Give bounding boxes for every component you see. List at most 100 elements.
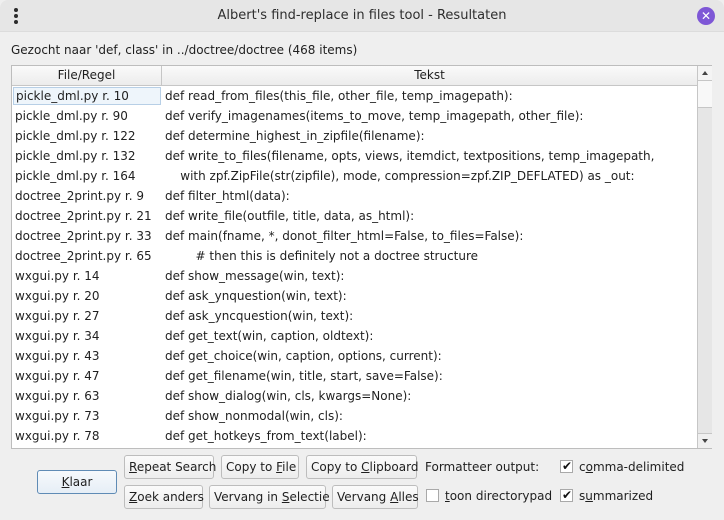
cell-text: def determine_highest_in_zipfile(filenam… <box>165 129 425 143</box>
table-row[interactable]: wxgui.py r. 47 def get_filename(win, titl… <box>12 366 697 386</box>
summarized-checkbox[interactable]: ✔ <box>560 488 573 502</box>
summarized-label[interactable]: summarized <box>579 488 653 504</box>
cell-file-line: wxgui.py r. 63 <box>15 389 100 403</box>
repeat-search-button[interactable]: Repeat Search <box>124 455 217 479</box>
cell-file-line: doctree_2print.py r. 65 <box>15 249 152 263</box>
cell-file-line: wxgui.py r. 27 <box>15 309 100 323</box>
button-label: laar <box>69 475 93 489</box>
cell-file-line: wxgui.py r. 20 <box>15 289 100 303</box>
toon-directorypad-label[interactable]: toon directorypad <box>445 488 552 504</box>
table-row[interactable]: pickle_dml.py r. 122 def determine_highes… <box>12 126 697 146</box>
table-row[interactable]: wxgui.py r. 27 def ask_yncquestion(win, t… <box>12 306 697 326</box>
table-row[interactable]: wxgui.py r. 34 def get_text(win, caption,… <box>12 326 697 346</box>
results-table: File/Regel Tekst pickle_dml.py r. 10 def … <box>11 65 712 449</box>
cell-text: def write_to_files(filename, opts, views… <box>165 149 655 163</box>
cell-file-line: doctree_2print.py r. 33 <box>15 229 152 243</box>
window-title: Albert's find-replace in files tool - Re… <box>217 8 507 23</box>
button-label: oek anders <box>137 490 204 504</box>
table-row[interactable]: wxgui.py r. 43 def get_choice(win, captio… <box>12 346 697 366</box>
search-summary: Gezocht naar 'def, class' in ../doctree/… <box>11 43 358 57</box>
option-label: c <box>579 460 586 474</box>
cell-text: def show_dialog(win, cls, kwargs=None): <box>165 389 412 403</box>
cell-file-line: pickle_dml.py r. 122 <box>15 129 136 143</box>
table-row[interactable]: wxgui.py r. 78 def get_hotkeys_from_text(… <box>12 426 697 446</box>
mnemonic: C <box>361 460 370 474</box>
button-label: Vervang in <box>214 490 282 504</box>
column-header-text[interactable]: Tekst <box>162 66 697 86</box>
scroll-up-arrow-icon[interactable] <box>698 66 712 81</box>
button-label: epeat Search <box>136 460 217 474</box>
cell-file-line: pickle_dml.py r. 90 <box>15 109 128 123</box>
table-row[interactable]: pickle_dml.py r. 164 with zpf.ZipFile(st… <box>12 166 697 186</box>
table-row[interactable]: doctree_2print.py r. 9 def filter_html(da… <box>12 186 697 206</box>
cell-file-line: wxgui.py r. 43 <box>15 349 100 363</box>
option-label: mmarized <box>592 489 654 503</box>
cell-file-line: wxgui.py r. 78 <box>15 429 100 443</box>
cell-text: def get_text(win, caption, oldtext): <box>165 329 374 343</box>
table-row[interactable]: pickle_dml.py r. 10 def read_from_files(t… <box>12 86 697 106</box>
button-label: Copy to <box>311 460 362 474</box>
button-label: electie <box>289 490 330 504</box>
cell-text: def verify_imagenames(items_to_move, tem… <box>165 109 584 123</box>
cell-text: def ask_yncquestion(win, text): <box>165 309 354 323</box>
scrollbar-thumb[interactable] <box>698 81 712 108</box>
cell-file-line: wxgui.py r. 47 <box>15 369 100 383</box>
mnemonic: u <box>585 489 593 503</box>
mnemonic: Z <box>129 490 138 504</box>
table-row[interactable]: wxgui.py r. 73 def show_nonmodal(win, cls… <box>12 406 697 426</box>
format-output-label: Formatteer output: <box>425 460 540 474</box>
comma-delimited-checkbox[interactable]: ✔ <box>560 459 573 473</box>
cell-text: def show_message(win, text): <box>165 269 345 283</box>
zoek-anders-button[interactable]: Zoek anders <box>124 485 204 509</box>
comma-delimited-label[interactable]: comma-delimited <box>579 459 684 475</box>
mnemonic: o <box>585 460 593 474</box>
vervang-alles-button[interactable]: Vervang Alles <box>332 485 419 509</box>
cell-file-line: pickle_dml.py r. 164 <box>15 169 136 183</box>
cell-text: def main(fname, *, donot_filter_html=Fal… <box>165 229 524 243</box>
table-row[interactable]: doctree_2print.py r. 65 # then this is d… <box>12 246 697 266</box>
table-body: pickle_dml.py r. 10 def read_from_files(t… <box>12 86 697 448</box>
table-row[interactable]: wxgui.py r. 20 def ask_ynquestion(win, te… <box>12 286 697 306</box>
option-label: oon directorypad <box>449 489 553 503</box>
vervang-in-selectie-button[interactable]: Vervang in Selectie <box>209 485 330 509</box>
table-row[interactable]: doctree_2print.py r. 33 def main(fname, *… <box>12 226 697 246</box>
table-row[interactable]: wxgui.py r. 14 def show_message(win, text… <box>12 266 697 286</box>
option-label: mma-delimited <box>592 460 685 474</box>
close-icon[interactable]: ✕ <box>697 7 715 25</box>
cell-text: def read_from_files(this_file, other_fil… <box>165 89 513 103</box>
column-header-file[interactable]: File/Regel <box>12 66 162 86</box>
table-row[interactable]: pickle_dml.py r. 90 def verify_imagenames… <box>12 106 697 126</box>
table-row[interactable]: doctree_2print.py r. 21 def write_file(ou… <box>12 206 697 226</box>
title-bar: Albert's find-replace in files tool - Re… <box>0 0 724 32</box>
cell-text: def write_file(outfile, title, data, as_… <box>165 209 415 223</box>
cell-file-line: pickle_dml.py r. 10 <box>13 87 161 105</box>
button-label: Vervang <box>337 490 391 504</box>
check-icon: ✔ <box>562 459 573 473</box>
cell-text: def get_filename(win, title, start, save… <box>165 369 443 383</box>
vertical-scrollbar[interactable] <box>697 66 712 448</box>
cell-file-line: wxgui.py r. 34 <box>15 329 100 343</box>
copy-to-file-button[interactable]: Copy to File <box>221 455 299 479</box>
scroll-down-arrow-icon[interactable] <box>698 433 712 448</box>
button-label: lipboard <box>369 460 419 474</box>
cell-text: def show_nonmodal(win, cls): <box>165 409 343 423</box>
copy-to-clipboard-button[interactable]: Copy to Clipboard <box>306 455 419 479</box>
check-icon: ✔ <box>562 488 573 502</box>
results-window: Albert's find-replace in files tool - Re… <box>0 0 724 520</box>
table-row[interactable]: pickle_dml.py r. 132 def write_to_files(f… <box>12 146 697 166</box>
cell-file-line: doctree_2print.py r. 9 <box>15 189 144 203</box>
mnemonic: R <box>129 460 137 474</box>
button-label: lles <box>398 490 419 504</box>
table-header: File/Regel Tekst <box>12 66 697 86</box>
cell-text: with zpf.ZipFile(str(zipfile), mode, com… <box>165 169 635 183</box>
table-row[interactable]: wxgui.py r. 63 def show_dialog(win, cls, … <box>12 386 697 406</box>
button-label: Copy to <box>226 460 277 474</box>
button-label: ile <box>282 460 297 474</box>
klaar-button[interactable]: Klaar <box>37 470 117 494</box>
cell-text: def ask_ynquestion(win, text): <box>165 289 347 303</box>
cell-text: # then this is definitely not a doctree … <box>165 249 479 263</box>
cell-text: def filter_html(data): <box>165 189 290 203</box>
cell-text: def get_choice(win, caption, options, cu… <box>165 349 442 363</box>
toon-directorypad-checkbox[interactable] <box>426 489 439 502</box>
cell-file-line: wxgui.py r. 73 <box>15 409 100 423</box>
